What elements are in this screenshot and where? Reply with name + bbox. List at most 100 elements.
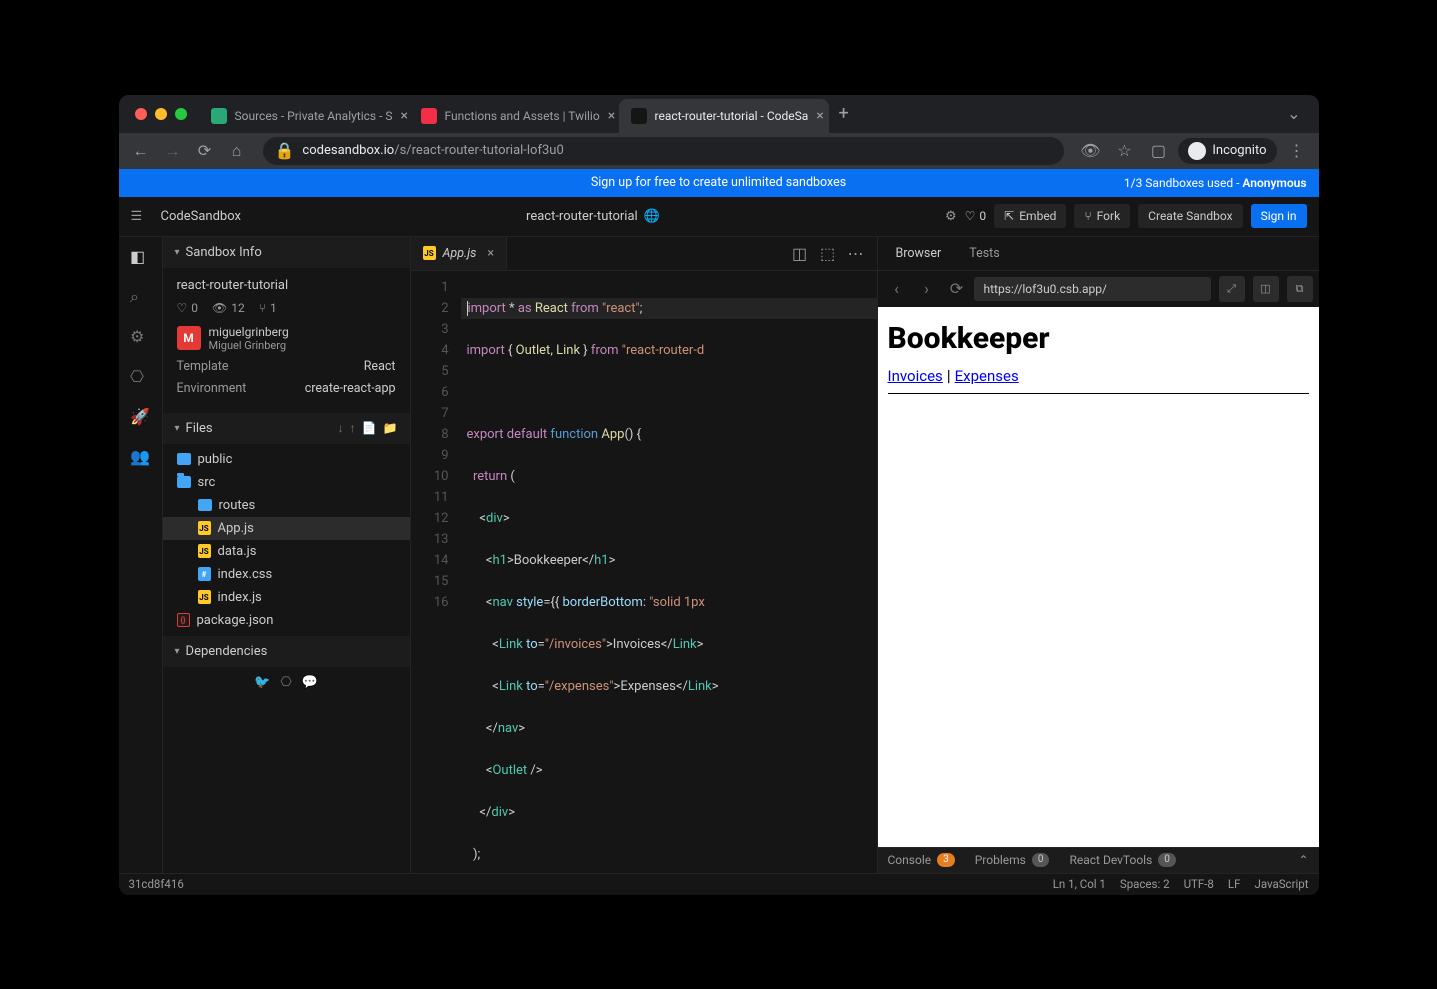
js-file-icon: JS xyxy=(198,544,211,558)
github-icon[interactable]: ⎔ xyxy=(280,675,291,690)
preview-tool-3-icon[interactable]: ⧉ xyxy=(1287,276,1313,302)
chevron-down-icon: ▾ xyxy=(175,247,180,258)
settings-icon[interactable]: ⚙ xyxy=(130,327,150,347)
signup-banner[interactable]: Sign up for free to create unlimited san… xyxy=(119,169,1319,197)
split-vertical-icon[interactable]: ◫ xyxy=(789,242,811,264)
chevron-up-icon[interactable]: ⌃ xyxy=(1298,853,1308,867)
file-index-css[interactable]: # index.css xyxy=(163,563,410,586)
preview-url-input[interactable]: https://lof3u0.csb.app/ xyxy=(974,277,1211,301)
minimize-window-button[interactable] xyxy=(155,108,167,120)
github-icon[interactable]: ⎔ xyxy=(130,367,150,387)
file-index-js[interactable]: JSindex.js xyxy=(163,586,410,609)
search-icon[interactable]: ⌕ xyxy=(130,287,150,307)
sidebar: ▾ Sandbox Info react-router-tutorial ♡ 0… xyxy=(163,237,411,873)
new-file-icon[interactable]: 📄 xyxy=(362,421,377,435)
hamburger-menu-icon[interactable]: ☰ xyxy=(131,209,151,224)
author-row[interactable]: M miguelgrinberg Miguel Grinberg xyxy=(177,325,396,352)
signin-button[interactable]: Sign in xyxy=(1251,204,1307,228)
preview-tool-2-icon[interactable]: ◫ xyxy=(1253,276,1279,302)
embed-button[interactable]: ⇱Embed xyxy=(994,204,1066,228)
expenses-link[interactable]: Expenses xyxy=(955,367,1019,385)
sandbox-info-header[interactable]: ▾ Sandbox Info xyxy=(163,237,410,268)
forward-button[interactable]: → xyxy=(159,137,187,165)
preview-tool-1-icon[interactable]: ⤢ xyxy=(1219,276,1245,302)
cursor-position[interactable]: Ln 1, Col 1 xyxy=(1053,877,1106,891)
more-icon[interactable]: ⋯ xyxy=(845,242,867,264)
browser-tab-0[interactable]: Sources - Private Analytics - S × xyxy=(199,99,409,133)
favicon-icon xyxy=(631,108,647,124)
code-content[interactable]: import * as React from "react"; import {… xyxy=(461,271,877,873)
discord-icon[interactable]: 💬 xyxy=(302,675,318,690)
code-editor[interactable]: 12345678910111213141516 import * as Reac… xyxy=(411,271,877,873)
tab-tests[interactable]: Tests xyxy=(955,237,1013,271)
tab-react-devtools[interactable]: React DevTools0 xyxy=(1069,853,1175,867)
preview-back-icon[interactable]: ‹ xyxy=(884,279,910,298)
incognito-label: Incognito xyxy=(1212,143,1266,158)
close-tab-icon[interactable]: × xyxy=(816,108,823,124)
deploy-icon[interactable]: 🚀 xyxy=(130,407,150,427)
browser-tab-2[interactable]: react-router-tutorial - CodeSa × xyxy=(619,99,829,133)
reload-button[interactable]: ⟳ xyxy=(191,137,219,165)
file-data-js[interactable]: JSdata.js xyxy=(163,540,410,563)
close-tab-icon[interactable]: × xyxy=(608,108,615,124)
maximize-window-button[interactable] xyxy=(175,108,187,120)
eol[interactable]: LF xyxy=(1228,877,1241,891)
files-header[interactable]: ▾ Files ↓ ↑ 📄 📁 xyxy=(163,413,410,444)
tabs-dropdown-icon[interactable]: ⌄ xyxy=(1277,104,1310,123)
indent-setting[interactable]: Spaces: 2 xyxy=(1120,877,1170,891)
css-file-icon: # xyxy=(198,567,211,581)
project-name: react-router-tutorial xyxy=(177,278,396,293)
invoices-link[interactable]: Invoices xyxy=(888,367,943,385)
editor-tab-app-js[interactable]: JS App.js × xyxy=(411,237,508,271)
line-gutter: 12345678910111213141516 xyxy=(411,271,461,873)
file-label: index.css xyxy=(218,567,273,582)
split-horizontal-icon[interactable]: ⬚ xyxy=(817,242,839,264)
folder-icon xyxy=(198,499,212,511)
project-title[interactable]: react-router-tutorial xyxy=(526,209,638,224)
back-button[interactable]: ← xyxy=(127,137,155,165)
download-icon[interactable]: ↓ xyxy=(338,421,344,435)
like-button[interactable]: ♡ 0 xyxy=(965,209,987,223)
panel-icon[interactable]: ▢ xyxy=(1144,137,1172,165)
eye-off-icon[interactable]: 👁 xyxy=(1076,137,1104,165)
console-label: Console xyxy=(888,853,932,867)
folder-public[interactable]: public xyxy=(163,448,410,471)
browser-tab-1[interactable]: Functions and Assets | Twilio × xyxy=(409,99,619,133)
template-label: Template xyxy=(177,359,229,374)
rocket-icon: ⇱ xyxy=(1004,209,1014,223)
preview-frame[interactable]: Bookkeeper Invoices | Expenses xyxy=(878,307,1319,847)
commit-hash[interactable]: 31cd8f416 xyxy=(129,877,184,891)
upload-icon[interactable]: ↑ xyxy=(350,421,356,435)
fork-button[interactable]: ⑂Fork xyxy=(1074,204,1130,228)
bookmark-star-icon[interactable]: ☆ xyxy=(1110,137,1138,165)
create-sandbox-button[interactable]: Create Sandbox xyxy=(1138,204,1242,228)
close-tab-icon[interactable]: × xyxy=(401,108,408,124)
preview-reload-icon[interactable]: ⟳ xyxy=(944,279,970,298)
twitter-icon[interactable]: 🐦 xyxy=(254,675,270,690)
cube-icon[interactable]: ◧ xyxy=(130,247,150,267)
new-folder-icon[interactable]: 📁 xyxy=(383,421,398,435)
encoding[interactable]: UTF-8 xyxy=(1184,877,1214,891)
close-window-button[interactable] xyxy=(135,108,147,120)
tab-browser[interactable]: Browser xyxy=(882,237,956,271)
close-tab-icon[interactable]: × xyxy=(487,246,494,261)
live-icon[interactable]: 👥 xyxy=(130,447,150,467)
dependencies-header[interactable]: ▾ Dependencies xyxy=(163,636,410,667)
preview-toolbar: ‹ › ⟳ https://lof3u0.csb.app/ ⤢ ◫ ⧉ xyxy=(878,271,1319,307)
preview-forward-icon[interactable]: › xyxy=(914,279,940,298)
tab-console[interactable]: Console3 xyxy=(888,853,955,867)
kebab-menu-icon[interactable]: ⋮ xyxy=(1283,137,1311,165)
folder-src[interactable]: src xyxy=(163,471,410,494)
address-bar[interactable]: 🔒 codesandbox.io/s/react-router-tutorial… xyxy=(263,137,1065,165)
folder-routes[interactable]: routes xyxy=(163,494,410,517)
gear-icon[interactable]: ⚙ xyxy=(945,209,957,224)
new-tab-button[interactable]: + xyxy=(829,103,859,124)
file-app-js[interactable]: JSApp.js xyxy=(163,517,410,540)
incognito-badge[interactable]: Incognito xyxy=(1178,138,1276,164)
home-button[interactable]: ⌂ xyxy=(223,137,251,165)
tab-problems[interactable]: Problems0 xyxy=(975,853,1050,867)
js-file-icon: JS xyxy=(423,246,436,260)
author-name: miguelgrinberg xyxy=(209,325,289,339)
language-mode[interactable]: JavaScript xyxy=(1254,877,1308,891)
file-package-json[interactable]: {}package.json xyxy=(163,609,410,632)
